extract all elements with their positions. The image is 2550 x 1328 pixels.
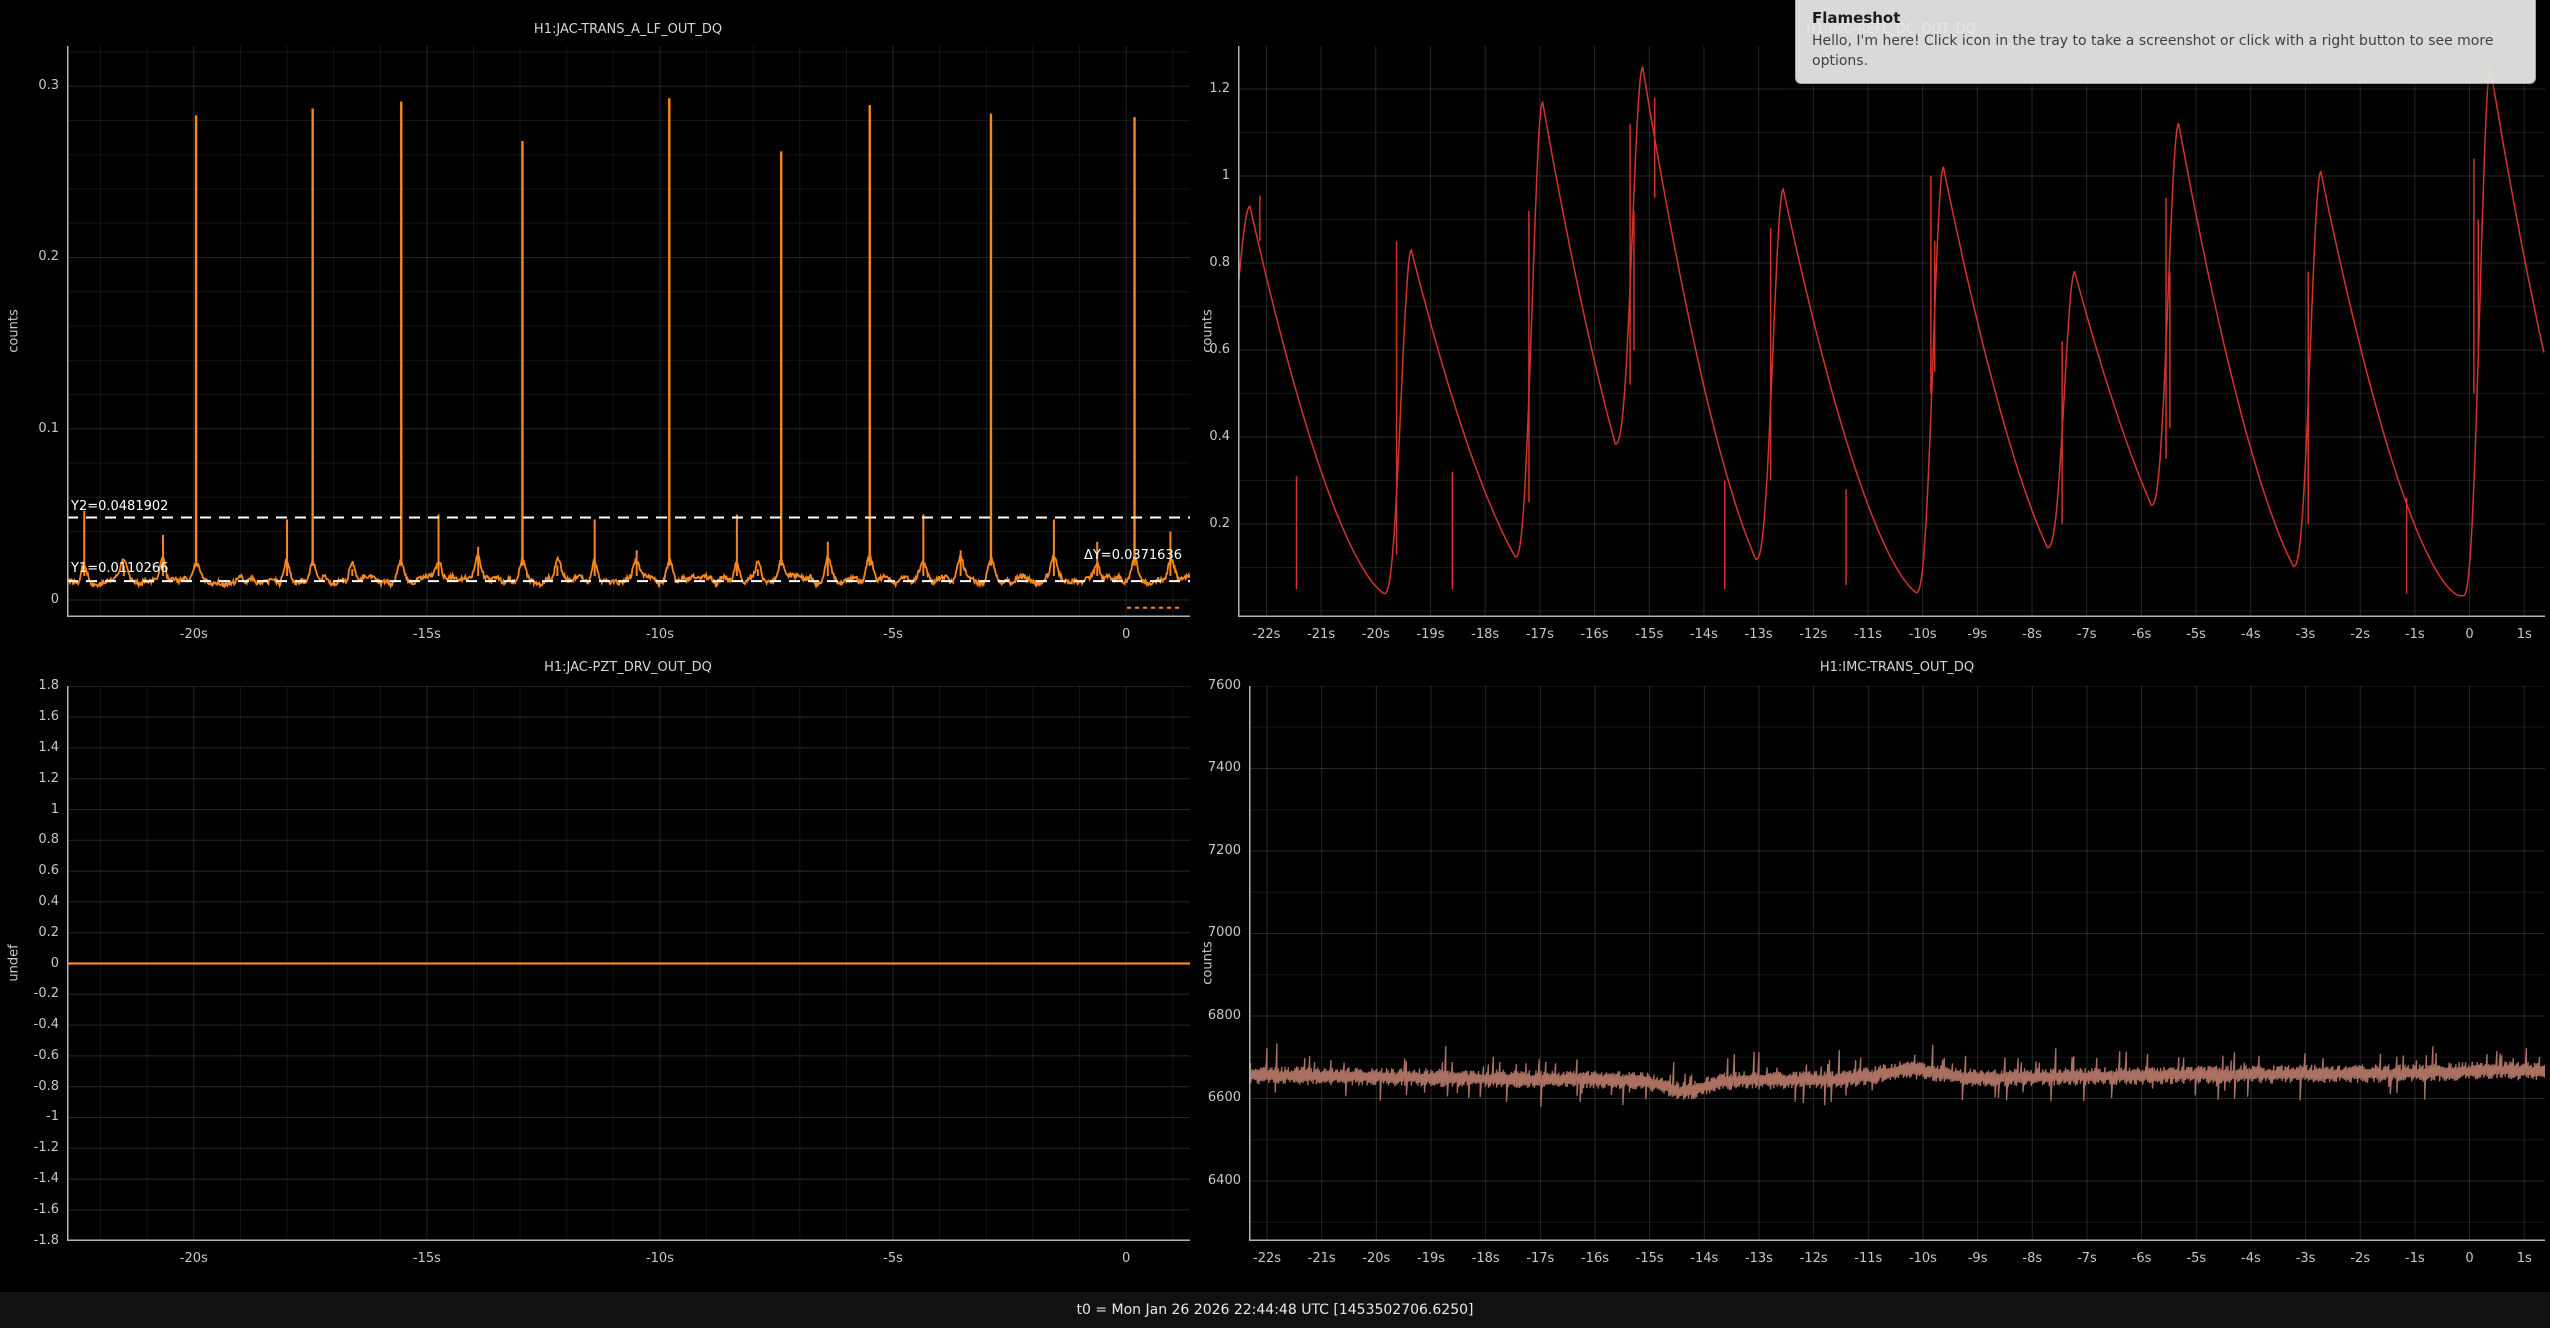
ndscope-window: H1:JAC-TRANS_A_LF_OUT_DQ H1:IMC-REFL_DC_… [0, 0, 2550, 1328]
y-tick-label: 0.2 [0, 925, 59, 941]
y-tick-label: 1 [0, 802, 59, 818]
y-tick-label: 6400 [1181, 1173, 1241, 1189]
y-tick-label: 0.4 [1170, 429, 1230, 445]
x-tick-label: -5s [858, 627, 928, 643]
trace-jac-trans-baseline [67, 555, 1190, 587]
y-tick-label: 7200 [1181, 843, 1241, 859]
y-tick-label: -1.8 [0, 1233, 59, 1249]
y-tick-label: 0.1 [0, 421, 59, 437]
cursor-y1-label: Y1=0.0110266 [71, 561, 168, 576]
y-tick-label: 1.6 [0, 709, 59, 725]
y-tick-label: 0.2 [0, 249, 59, 265]
y-axis-label-counts: counts [1201, 941, 1216, 984]
y-tick-label: 0 [0, 956, 59, 972]
cursor-y2-label: Y2=0.0481902 [71, 499, 168, 514]
y-tick-label: 7600 [1181, 678, 1241, 694]
y-tick-label: 0 [0, 592, 59, 608]
x-tick-label: 0 [1091, 1251, 1161, 1267]
grid-major [1249, 686, 2545, 1241]
x-tick-label: -5s [858, 1251, 928, 1267]
y-tick-label: 0.6 [1170, 342, 1230, 358]
plot-area-H1:IMC-TRANS_OUT_DQ[interactable] [1249, 686, 2545, 1241]
y-tick-label: -1.6 [0, 1202, 59, 1218]
grid-minor [1238, 132, 2545, 611]
y-axis-label-counts: counts [7, 309, 22, 352]
grid-minor [67, 46, 1190, 617]
y-tick-label: 1.8 [0, 678, 59, 694]
y-tick-label: -0.6 [0, 1048, 59, 1064]
x-tick-label: 0 [1091, 627, 1161, 643]
notification-message: Hello, I'm here! Click icon in the tray … [1812, 32, 2524, 72]
grid-minor [1249, 727, 2545, 1222]
y-tick-label: 0.8 [1170, 255, 1230, 271]
plot-title-imc-trans: H1:IMC-TRANS_OUT_DQ [1820, 660, 1974, 675]
y-tick-label: -1.2 [0, 1140, 59, 1156]
x-tick-label: -20s [159, 627, 229, 643]
y-tick-label: 0.3 [0, 78, 59, 94]
t0-timestamp: t0 = Mon Jan 26 2026 22:44:48 UTC [14535… [1077, 1302, 1474, 1318]
cursor-delta-y-label: ΔY=0.0371636 [1084, 548, 1182, 563]
plot-area-H1:JAC-TRANS_A_LF_OUT_DQ[interactable] [67, 46, 1190, 617]
x-tick-label: -15s [392, 627, 462, 643]
grid-major [1238, 46, 2545, 617]
status-bar: t0 = Mon Jan 26 2026 22:44:48 UTC [14535… [0, 1292, 2550, 1328]
y-tick-label: 6800 [1181, 1008, 1241, 1024]
y-tick-label: 1 [1170, 168, 1230, 184]
y-tick-label: -0.4 [0, 1017, 59, 1033]
y-tick-label: -0.2 [0, 986, 59, 1002]
y-tick-label: 7000 [1181, 925, 1241, 941]
x-tick-label: 1s [2489, 1251, 2550, 1267]
x-tick-label: -20s [159, 1251, 229, 1267]
y-tick-label: 1.4 [0, 740, 59, 756]
y-tick-label: 1.2 [0, 771, 59, 787]
x-tick-label: -15s [392, 1251, 462, 1267]
y-tick-label: -0.8 [0, 1079, 59, 1095]
plot-title-jac-pzt-drv: H1:JAC-PZT_DRV_OUT_DQ [544, 660, 712, 675]
y-tick-label: 0.8 [0, 832, 59, 848]
y-tick-label: -1.4 [0, 1171, 59, 1187]
y-tick-label: 6600 [1181, 1090, 1241, 1106]
trace-imc-trans-noise [1249, 1043, 2545, 1107]
y-tick-label: 0.2 [1170, 516, 1230, 532]
trace-imc-refl [1238, 67, 2544, 596]
y-tick-label: -1 [0, 1109, 59, 1125]
plot-area-H1:IMC-REFL_DC_OUT_DQ[interactable] [1238, 46, 2545, 617]
y-tick-label: 0.4 [0, 894, 59, 910]
plot-title-jac-trans-a-lf: H1:JAC-TRANS_A_LF_OUT_DQ [534, 22, 722, 37]
y-tick-label: 7400 [1181, 760, 1241, 776]
x-tick-label: -10s [625, 1251, 695, 1267]
x-tick-label: -10s [625, 627, 695, 643]
flameshot-notification[interactable]: Flameshot Hello, I'm here! Click icon in… [1795, 0, 2536, 84]
notification-title: Flameshot [1812, 9, 2519, 27]
y-tick-label: 0.6 [0, 863, 59, 879]
plot-area-H1:JAC-PZT_DRV_OUT_DQ[interactable] [67, 686, 1190, 1241]
y-tick-label: 1.2 [1170, 81, 1230, 97]
x-tick-label: 1s [2489, 627, 2550, 643]
